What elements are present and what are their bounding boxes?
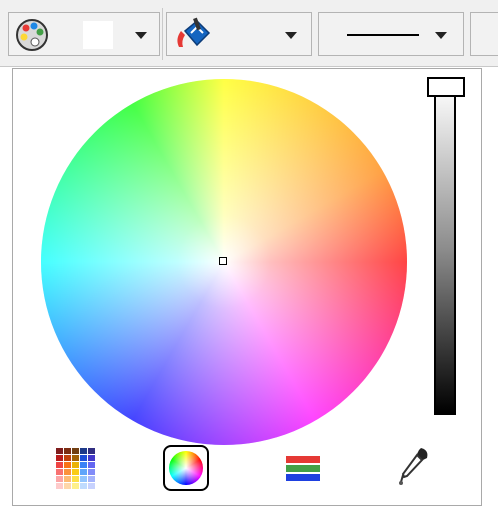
brightness-slider[interactable] bbox=[434, 83, 456, 415]
swatch-icon-cell bbox=[71, 461, 79, 468]
swatch-icon-cell bbox=[71, 475, 79, 482]
swatch-icon-cell bbox=[63, 468, 71, 475]
color-wheel-mode-button[interactable] bbox=[163, 445, 209, 491]
current-color-swatch bbox=[83, 21, 113, 49]
swatch-icon-cell bbox=[79, 454, 87, 461]
swatch-icon-cell bbox=[79, 482, 87, 489]
line-style-dropdown[interactable] bbox=[318, 12, 464, 56]
swatch-icon-cell bbox=[79, 468, 87, 475]
swatch-icon-cell bbox=[79, 461, 87, 468]
color-wheel-icon bbox=[169, 451, 203, 485]
swatch-icon-cell bbox=[55, 475, 63, 482]
swatch-icon-cell bbox=[63, 454, 71, 461]
swatch-icon-cell bbox=[71, 468, 79, 475]
toolbar bbox=[0, 0, 498, 67]
swatch-icon-cell bbox=[63, 475, 71, 482]
swatch-icon-cell bbox=[55, 482, 63, 489]
color-wheel[interactable] bbox=[41, 79, 407, 445]
swatch-icon-cell bbox=[63, 482, 71, 489]
paint-bucket-icon bbox=[173, 17, 213, 57]
brightness-slider-thumb[interactable] bbox=[427, 77, 465, 97]
line-style-icon bbox=[347, 34, 419, 36]
color-picker-panel bbox=[12, 68, 482, 506]
paint-bucket-dropdown[interactable] bbox=[166, 12, 312, 56]
swatches-mode-button[interactable] bbox=[52, 445, 98, 491]
swatch-icon-cell bbox=[71, 447, 79, 454]
rgb-sliders-mode-button[interactable] bbox=[280, 445, 326, 491]
color-wheel-cursor[interactable] bbox=[219, 257, 227, 265]
swatch-icon-cell bbox=[63, 461, 71, 468]
toolbar-overflow-button[interactable] bbox=[470, 12, 498, 56]
eyedropper-button[interactable] bbox=[391, 445, 437, 491]
fill-color-dropdown[interactable] bbox=[8, 12, 160, 56]
swatch-grid-icon bbox=[55, 447, 95, 489]
swatch-icon-cell bbox=[55, 461, 63, 468]
swatch-icon-cell bbox=[87, 461, 95, 468]
swatch-icon-cell bbox=[87, 454, 95, 461]
swatch-icon-cell bbox=[55, 468, 63, 475]
swatch-icon-cell bbox=[63, 447, 71, 454]
swatch-icon-cell bbox=[87, 475, 95, 482]
swatch-icon-cell bbox=[87, 482, 95, 489]
chevron-down-icon bbox=[135, 32, 147, 39]
swatch-icon-cell bbox=[55, 447, 63, 454]
chevron-down-icon bbox=[285, 32, 297, 39]
swatch-icon-cell bbox=[79, 475, 87, 482]
swatch-icon-cell bbox=[87, 468, 95, 475]
swatch-icon-cell bbox=[71, 482, 79, 489]
swatch-icon-cell bbox=[71, 454, 79, 461]
swatch-icon-cell bbox=[55, 454, 63, 461]
swatch-icon-cell bbox=[87, 447, 95, 454]
rgb-sliders-icon bbox=[286, 454, 320, 483]
eyedropper-icon bbox=[397, 446, 431, 490]
chevron-down-icon bbox=[435, 32, 447, 39]
palette-icon bbox=[15, 18, 49, 56]
toolbar-divider bbox=[162, 8, 163, 60]
swatch-icon-cell bbox=[79, 447, 87, 454]
